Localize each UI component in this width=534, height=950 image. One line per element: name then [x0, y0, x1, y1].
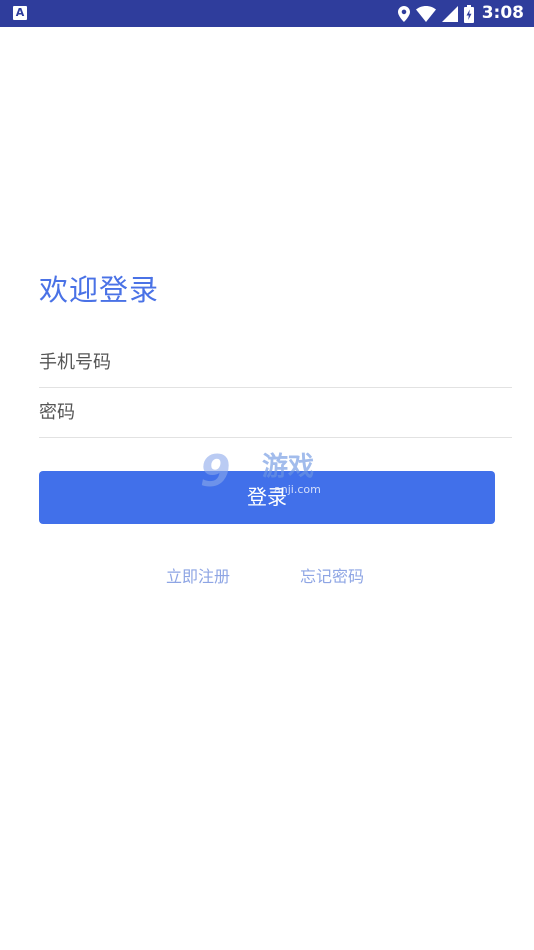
- password-input[interactable]: [39, 388, 512, 437]
- register-link[interactable]: 立即注册: [166, 566, 230, 588]
- password-field[interactable]: [39, 388, 512, 438]
- forgot-password-link[interactable]: 忘记密码: [300, 566, 364, 588]
- phone-field[interactable]: [39, 338, 512, 388]
- login-button[interactable]: 登录: [39, 471, 495, 524]
- status-time: 3:08: [481, 3, 524, 23]
- login-screen: A 3:08 欢迎登录 登录 9: [0, 0, 534, 950]
- wifi-icon: [415, 5, 436, 22]
- app-notification-icon: A: [13, 6, 27, 20]
- status-bar: A 3:08: [0, 0, 534, 27]
- status-icons: 3:08: [397, 0, 524, 27]
- location-icon: [397, 5, 410, 22]
- battery-icon: [463, 4, 474, 23]
- phone-input[interactable]: [39, 338, 512, 387]
- signal-icon: [441, 5, 458, 22]
- welcome-title: 欢迎登录: [39, 273, 160, 307]
